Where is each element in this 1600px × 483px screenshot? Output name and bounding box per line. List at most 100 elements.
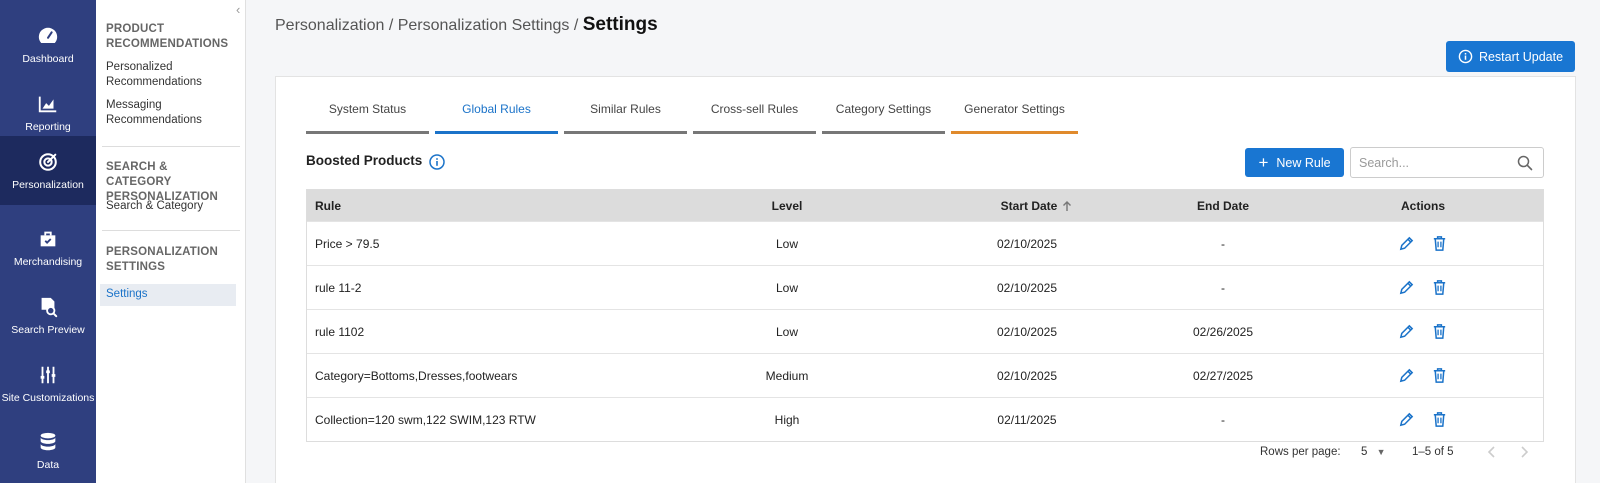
- column-header-level[interactable]: Level: [747, 190, 827, 221]
- column-header-end-date[interactable]: End Date: [1183, 190, 1263, 221]
- cell-start-date: 02/10/2025: [996, 280, 1058, 295]
- chart-icon: [37, 93, 59, 115]
- page-range: 1–5 of 5: [1412, 446, 1454, 458]
- new-rule-button[interactable]: + New Rule: [1245, 148, 1344, 177]
- edit-icon[interactable]: [1398, 235, 1415, 252]
- tab-indicator: [306, 131, 429, 134]
- tab-cross-sell-rules[interactable]: Cross-sell Rules: [693, 102, 816, 134]
- tab-label: Category Settings: [835, 102, 932, 116]
- delete-icon[interactable]: [1431, 323, 1448, 340]
- cell-start-date: 02/10/2025: [996, 368, 1058, 383]
- tab-system-status[interactable]: System Status: [306, 102, 429, 134]
- sidebar-item-label: Settings: [106, 288, 148, 300]
- cell-end-date: 02/27/2025: [1192, 368, 1254, 383]
- main-nav-rail: Dashboard Reporting Personalization Merc…: [0, 0, 96, 483]
- delete-icon[interactable]: [1431, 279, 1448, 296]
- sidebar-item-search-category[interactable]: Search & Category: [106, 199, 236, 214]
- tab-similar-rules[interactable]: Similar Rules: [564, 102, 687, 134]
- tab-label: Similar Rules: [590, 102, 661, 116]
- nav-label: Site Customizations: [1, 391, 95, 404]
- search-input[interactable]: [1359, 154, 1509, 172]
- restart-update-button[interactable]: Restart Update: [1446, 41, 1575, 72]
- cell-actions: [1383, 222, 1463, 265]
- edit-icon[interactable]: [1398, 367, 1415, 384]
- nav-merchandising[interactable]: Merchandising: [0, 213, 96, 282]
- column-header-rule[interactable]: Rule: [315, 190, 341, 221]
- column-header-label: Start Date: [1000, 198, 1058, 213]
- edit-icon[interactable]: [1398, 279, 1415, 296]
- sidebar-heading: PRODUCT RECOMMENDATIONS: [106, 23, 229, 50]
- breadcrumb: Personalization / Personalization Settin…: [275, 14, 658, 36]
- tab-indicator: [822, 131, 945, 134]
- tab-label: Cross-sell Rules: [710, 102, 799, 116]
- breadcrumb-trail[interactable]: Personalization / Personalization Settin…: [275, 17, 578, 34]
- rows-per-page-value: 5: [1361, 446, 1368, 458]
- tab-label: System Status: [328, 102, 407, 116]
- sidebar-item-personalized-recommendations[interactable]: Personalized Recommendations: [106, 60, 236, 90]
- cell-rule: Collection=120 swm,122 SWIM,123 RTW: [315, 412, 536, 427]
- tab-global-rules[interactable]: Global Rules: [435, 102, 558, 134]
- edit-icon[interactable]: [1398, 323, 1415, 340]
- cell-rule: Price > 79.5: [315, 236, 380, 251]
- cell-actions: [1383, 398, 1463, 441]
- caret-down-icon: ▼: [1376, 447, 1386, 457]
- cell-rule: rule 11-2: [315, 280, 362, 295]
- doc-search-icon: [37, 296, 59, 318]
- cell-actions: [1383, 354, 1463, 397]
- delete-icon[interactable]: [1431, 411, 1448, 428]
- sidebar-item-settings[interactable]: Settings: [100, 284, 236, 306]
- edit-icon[interactable]: [1398, 411, 1415, 428]
- search-icon[interactable]: [1517, 155, 1533, 171]
- rows-per-page-label: Rows per page:: [1260, 446, 1341, 458]
- target-icon: [37, 151, 59, 173]
- cell-level: Low: [775, 236, 798, 251]
- table-row: rule 11-2 Low 02/10/2025 -: [307, 265, 1543, 309]
- cell-actions: [1383, 310, 1463, 353]
- column-header-start-date[interactable]: Start Date: [997, 190, 1077, 221]
- nav-label: Reporting: [25, 120, 71, 133]
- nav-dashboard[interactable]: Dashboard: [0, 10, 96, 79]
- nav-label: Search Preview: [11, 323, 85, 336]
- nav-site-customizations[interactable]: Site Customizations: [0, 349, 96, 418]
- delete-icon[interactable]: [1431, 235, 1448, 252]
- column-header-actions: Actions: [1400, 198, 1445, 213]
- cell-end-date: -: [1221, 236, 1225, 251]
- nav-data[interactable]: Data: [0, 416, 96, 483]
- section-title: Boosted Products: [306, 153, 423, 168]
- restart-update-label: Restart Update: [1478, 49, 1564, 64]
- rows-per-page-select[interactable]: 5 ▼: [1361, 446, 1386, 458]
- table-header: Rule Level Start Date End Date Actions: [307, 190, 1543, 221]
- nav-label: Personalization: [12, 178, 84, 191]
- sidebar-divider: [102, 146, 240, 147]
- nav-personalization[interactable]: Personalization: [0, 136, 96, 205]
- table-row: Price > 79.5 Low 02/10/2025 -: [307, 221, 1543, 265]
- cell-rule: Category=Bottoms,Dresses,footwears: [315, 368, 518, 383]
- nav-label: Dashboard: [22, 52, 74, 65]
- search-box: [1350, 147, 1544, 178]
- gauge-icon: [37, 25, 59, 47]
- tab-indicator: [564, 131, 687, 134]
- sort-ascending-icon[interactable]: [1061, 200, 1073, 212]
- info-icon[interactable]: [429, 154, 445, 170]
- previous-page-icon[interactable]: [1486, 445, 1498, 459]
- next-page-icon[interactable]: [1518, 445, 1530, 459]
- settings-card: System Status Global Rules Similar Rules…: [275, 76, 1576, 483]
- tab-category-settings[interactable]: Category Settings: [822, 102, 945, 134]
- nav-search-preview[interactable]: Search Preview: [0, 281, 96, 350]
- sidebar-divider: [102, 230, 240, 231]
- tab-label: Global Rules: [462, 102, 531, 116]
- cell-start-date: 02/10/2025: [996, 236, 1058, 251]
- tab-label: Generator Settings: [964, 102, 1065, 116]
- tab-generator-settings[interactable]: Generator Settings: [951, 102, 1078, 134]
- tab-indicator: [693, 131, 816, 134]
- delete-icon[interactable]: [1431, 367, 1448, 384]
- new-rule-label: New Rule: [1276, 155, 1331, 170]
- cell-end-date: -: [1221, 412, 1225, 427]
- sidebar-item-messaging-recommendations[interactable]: Messaging Recommendations: [106, 98, 236, 128]
- collapse-sidebar-icon[interactable]: ‹: [236, 2, 240, 17]
- nav-label: Data: [36, 458, 60, 471]
- cell-level: High: [774, 412, 800, 427]
- sidebar-heading: PERSONALIZATION SETTINGS: [106, 246, 219, 273]
- cell-actions: [1383, 266, 1463, 309]
- page-title: Settings: [582, 14, 658, 35]
